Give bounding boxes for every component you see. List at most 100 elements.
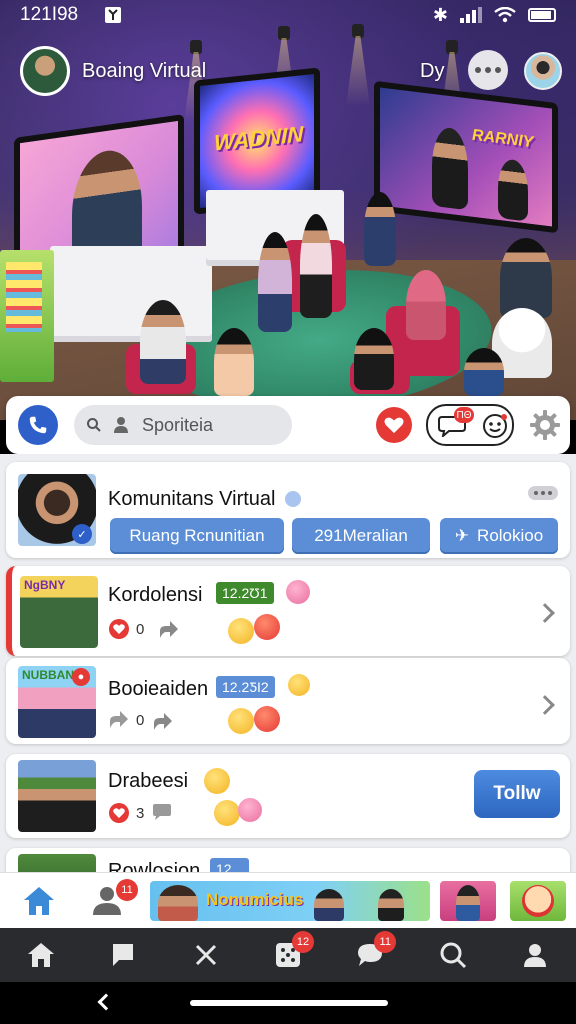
banner-text: Nonumicius [206, 890, 304, 909]
share-arrow-icon[interactable] [158, 620, 180, 640]
back-chevron-icon[interactable] [97, 993, 115, 1011]
chat-badge: 11 [374, 931, 397, 953]
community-avatar[interactable] [20, 46, 70, 96]
thumbnail-text: NUBBAN [22, 668, 74, 682]
feed-item[interactable]: NUBBAN ● Booieaiden 12.2ƼI2 0 [6, 658, 570, 744]
follow-button[interactable]: Tollw [474, 770, 560, 818]
verified-icon: ✓ [72, 524, 92, 544]
feed-item-tag: 12.2ƼI2 [216, 676, 275, 698]
visitor [140, 300, 186, 384]
like-count-value: 0 [136, 620, 145, 638]
nav-close[interactable] [186, 935, 226, 975]
visitor [464, 348, 504, 396]
phone-icon [29, 416, 47, 434]
feed-item-tag: 12.2Ʊ1 [216, 582, 274, 604]
feed-item-thumbnail: NgBNY [20, 576, 98, 648]
feed-item[interactable]: Drabeesi 3 Tollw [6, 754, 570, 838]
share-arrow-icon [110, 711, 128, 728]
laugh-emoji-icon [254, 706, 280, 732]
dot-icon [495, 67, 501, 73]
profile-badge: 11 [116, 879, 138, 901]
globe-icon [285, 491, 302, 507]
profile-avatar-button[interactable] [524, 52, 562, 90]
share-arrow-icon[interactable] [152, 712, 174, 732]
message-square-icon [113, 944, 134, 966]
system-navigation-bar [0, 982, 576, 1024]
call-button[interactable] [18, 405, 58, 445]
visitor [364, 192, 396, 266]
visitor [214, 328, 254, 396]
smile-emoji-icon [228, 618, 254, 644]
community-card: ✓ Komunitans Virtual Ruang Rcnunitian 29… [6, 462, 570, 558]
live-badge-icon: ● [72, 668, 90, 686]
comment-icon[interactable] [152, 802, 172, 822]
nav-games[interactable]: 12 [268, 931, 314, 975]
tv-logo-text: RARNIY [472, 126, 534, 152]
nav-search[interactable] [433, 935, 473, 975]
like-count-value: 3 [136, 804, 145, 822]
share-label: Rolokioo [477, 526, 544, 545]
community-thumbnail[interactable]: ✓ [18, 474, 96, 546]
feed-item-title: Kordolensi [108, 584, 203, 606]
tv-cabinet [50, 246, 212, 342]
story-thumbnail[interactable] [440, 881, 496, 921]
smile-emoji-icon [214, 800, 240, 826]
smile-emoji-icon [228, 708, 254, 734]
like-count[interactable]: 0 [108, 618, 144, 640]
page-title: Boaing Virtual [82, 60, 207, 82]
user-label[interactable]: Dy [420, 60, 444, 83]
community-name-text: Komunitans Virtual [108, 488, 276, 510]
smile-emoji-icon [288, 674, 310, 696]
status-bar: 121I98 ✱ [0, 0, 576, 30]
ceiling-light [446, 40, 458, 54]
nav-messages[interactable] [103, 935, 143, 975]
banner-avatar [158, 885, 198, 921]
nav-chat[interactable]: 11 [350, 931, 397, 975]
ceiling-light [190, 40, 202, 54]
tv-screen-right: RARNIY [374, 80, 558, 234]
bluetooth-icon: ✱ [432, 4, 448, 25]
share-button[interactable]: ✈ Rolokioo [440, 518, 558, 554]
sparkle-emoji-icon [238, 798, 262, 822]
home-gesture-bar[interactable] [190, 1000, 388, 1006]
nav-home[interactable] [21, 935, 61, 975]
like-count[interactable]: 0 [108, 710, 144, 730]
promo-banner[interactable]: Nonumicius [150, 881, 430, 921]
laugh-emoji-icon [254, 614, 280, 640]
battery-icon [528, 8, 556, 22]
visitor [300, 214, 332, 318]
profile-tab[interactable]: 11 [90, 879, 138, 919]
games-badge: 12 [291, 931, 314, 953]
community-room-button[interactable]: Ruang Rcnunitian [110, 518, 284, 554]
members-button[interactable]: 291Meralian [292, 518, 430, 554]
home-icon [28, 943, 55, 967]
smile-emoji-icon [204, 768, 230, 794]
like-count-value: 0 [136, 711, 145, 729]
search-input[interactable]: Sporiteia [74, 405, 292, 445]
story-thumbnail[interactable] [510, 881, 566, 921]
reactions-button[interactable]: ΠΘ [426, 404, 514, 446]
feed-item-title: Drabeesi [108, 770, 189, 792]
feed-item[interactable]: NgBNY Kordolensi 12.2Ʊ1 0 [6, 566, 570, 656]
search-icon [87, 418, 101, 432]
dot-icon [475, 67, 481, 73]
cross-icon [195, 944, 216, 966]
person-icon [523, 944, 546, 967]
search-toolbar: Sporiteia ΠΘ [6, 396, 570, 454]
dot-icon [485, 67, 491, 73]
settings-gear-icon[interactable] [528, 408, 562, 442]
nav-profile[interactable] [515, 935, 555, 975]
home-icon[interactable] [22, 885, 56, 917]
banner-avatar [314, 889, 344, 921]
search-icon [440, 942, 466, 969]
visitor [500, 238, 552, 318]
user-search-icon [114, 417, 128, 433]
more-options-button[interactable] [468, 50, 508, 90]
notification-icon [105, 7, 122, 23]
like-count[interactable]: 3 [108, 802, 144, 824]
tv-logo-text: WADNIN [214, 121, 304, 156]
card-menu-button[interactable] [528, 486, 558, 500]
bottom-navigation: 12 11 [0, 928, 576, 982]
feed-item-thumbnail: NUBBAN ● [18, 666, 96, 738]
favorites-button[interactable] [376, 407, 412, 443]
